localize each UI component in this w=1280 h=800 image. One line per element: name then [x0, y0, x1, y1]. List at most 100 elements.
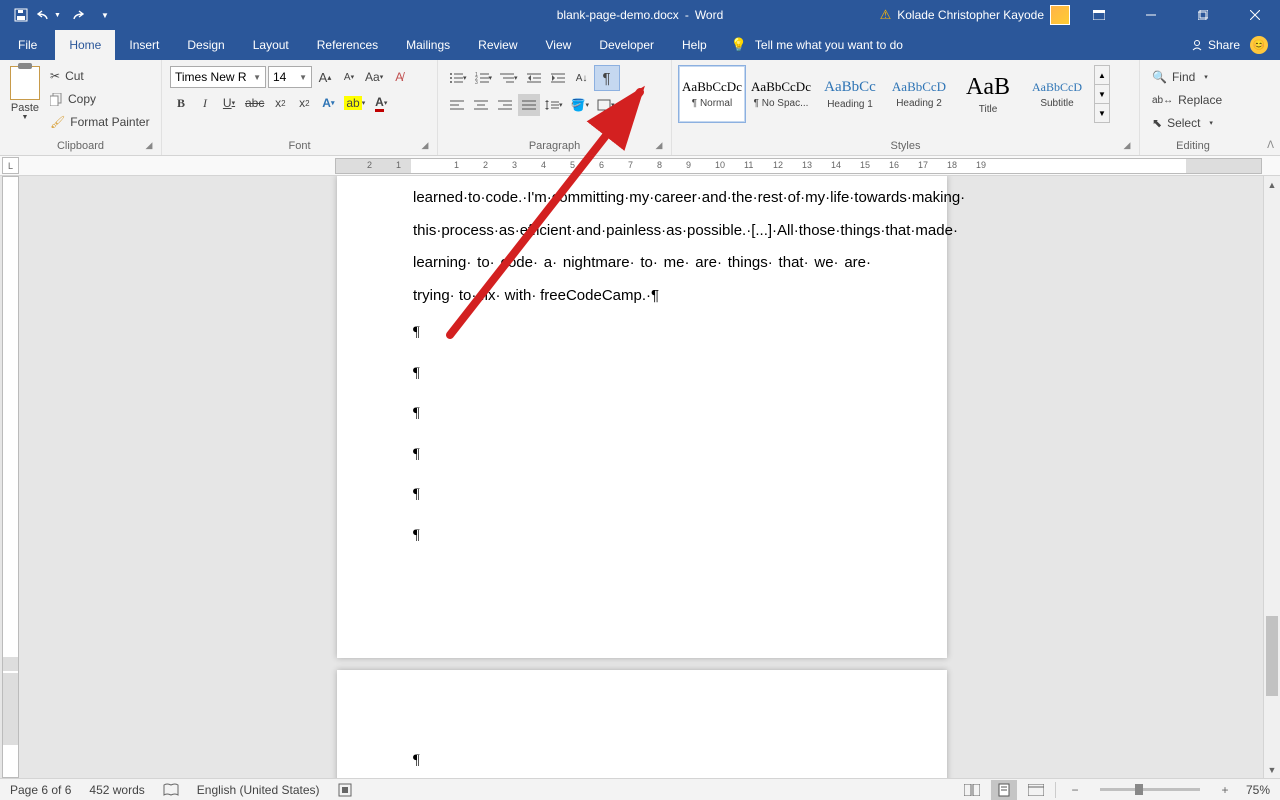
tab-selector[interactable]: L — [2, 157, 19, 174]
tab-mailings[interactable]: Mailings — [392, 30, 464, 60]
strikethrough-button[interactable]: abc — [242, 92, 267, 114]
paragraph-mark[interactable]: ¶ — [337, 515, 947, 556]
language-status[interactable]: English (United States) — [195, 779, 322, 800]
zoom-slider[interactable] — [1100, 788, 1200, 791]
font-size-combo[interactable]: 14▼ — [268, 66, 312, 88]
zoom-out-button[interactable]: − — [1062, 780, 1088, 800]
tab-insert[interactable]: Insert — [115, 30, 173, 60]
format-painter-button[interactable]: 🖌Format Painter — [46, 111, 154, 133]
horizontal-ruler[interactable]: 2112345678910111213141516171819 — [335, 158, 1262, 174]
align-right-button[interactable] — [494, 94, 516, 116]
document-page[interactable]: learned·to·code.·I'm·committing·my·caree… — [337, 176, 947, 658]
font-color-button[interactable]: A▾ — [370, 92, 392, 114]
warning-icon[interactable]: ⚠ — [880, 7, 892, 23]
feedback-button[interactable]: 😊 — [1250, 36, 1268, 54]
style-no-spacing[interactable]: AaBbCcDc¶ No Spac... — [747, 65, 815, 123]
ribbon-display-options[interactable] — [1076, 0, 1122, 30]
tab-review[interactable]: Review — [464, 30, 531, 60]
shrink-font-button[interactable]: A▾ — [338, 66, 360, 88]
show-hide-paragraph-button[interactable]: ¶ — [595, 66, 619, 90]
word-count-status[interactable]: 452 words — [87, 779, 146, 800]
maximize-button[interactable] — [1180, 0, 1226, 30]
style-subtitle[interactable]: AaBbCcDSubtitle — [1023, 65, 1091, 123]
increase-indent-button[interactable] — [547, 67, 569, 89]
gallery-down[interactable]: ▼ — [1095, 85, 1109, 104]
underline-button[interactable]: U▾ — [218, 92, 240, 114]
justify-button[interactable] — [518, 94, 540, 116]
qat-customize[interactable]: ▼ — [92, 2, 118, 28]
style-heading-1[interactable]: AaBbCcHeading 1 — [816, 65, 884, 123]
tab-references[interactable]: References — [303, 30, 392, 60]
body-text[interactable]: learned·to·code.·I'm·committing·my·caree… — [337, 176, 947, 312]
undo-button[interactable]: ▼ — [36, 2, 62, 28]
document-page-next[interactable]: ¶ — [337, 670, 947, 778]
scroll-thumb[interactable] — [1266, 616, 1278, 696]
share-button[interactable]: Share — [1190, 38, 1240, 52]
font-name-combo[interactable]: Times New R▼ — [170, 66, 266, 88]
scroll-down[interactable]: ▼ — [1264, 761, 1280, 778]
styles-dialog-launcher[interactable]: ◢ — [1121, 140, 1133, 152]
paragraph-mark[interactable]: ¶ — [337, 434, 947, 475]
clipboard-dialog-launcher[interactable]: ◢ — [143, 140, 155, 152]
gallery-up[interactable]: ▲ — [1095, 66, 1109, 85]
grow-font-button[interactable]: A▴ — [314, 66, 336, 88]
copy-button[interactable]: Copy — [46, 88, 154, 110]
paragraph-mark[interactable]: ¶ — [337, 312, 947, 353]
paragraph-mark[interactable]: ¶ — [337, 353, 947, 394]
clear-formatting-button[interactable]: A̸ — [388, 66, 410, 88]
change-case-button[interactable]: Aa▾ — [362, 66, 386, 88]
web-layout-button[interactable] — [1023, 780, 1049, 800]
zoom-thumb[interactable] — [1135, 784, 1143, 795]
decrease-indent-button[interactable] — [523, 67, 545, 89]
collapse-ribbon-button[interactable]: ᐱ — [1267, 140, 1274, 151]
spell-check-status[interactable] — [161, 779, 181, 800]
zoom-in-button[interactable]: + — [1212, 780, 1238, 800]
user-name[interactable]: Kolade Christopher Kayode — [897, 8, 1044, 22]
find-button[interactable]: 🔍Find▾ — [1148, 66, 1212, 88]
borders-button[interactable]: ▾ — [594, 94, 618, 116]
bullets-button[interactable]: ▾ — [446, 67, 470, 89]
bold-button[interactable]: B — [170, 92, 192, 114]
vertical-scrollbar[interactable]: ▲ ▼ — [1263, 176, 1280, 778]
save-button[interactable] — [8, 2, 34, 28]
tab-layout[interactable]: Layout — [239, 30, 303, 60]
tell-me-search[interactable]: 💡 Tell me what you want to do — [721, 30, 913, 60]
shading-button[interactable]: 🪣▾ — [568, 94, 592, 116]
minimize-button[interactable] — [1128, 0, 1174, 30]
gallery-more[interactable]: ▼ — [1095, 104, 1109, 122]
replace-button[interactable]: ab↔Replace — [1148, 89, 1226, 111]
align-center-button[interactable] — [470, 94, 492, 116]
paragraph-mark[interactable]: ¶ — [337, 670, 947, 778]
print-layout-button[interactable] — [991, 780, 1017, 800]
line-spacing-button[interactable]: ▾ — [542, 94, 566, 116]
vertical-ruler[interactable] — [2, 176, 19, 778]
highlight-button[interactable]: ab▾ — [341, 92, 368, 114]
align-left-button[interactable] — [446, 94, 468, 116]
paragraph-mark[interactable]: ¶ — [337, 474, 947, 515]
redo-button[interactable] — [64, 2, 90, 28]
subscript-button[interactable]: x2 — [269, 92, 291, 114]
tab-file[interactable]: File — [0, 30, 55, 60]
read-mode-button[interactable] — [959, 780, 985, 800]
close-button[interactable] — [1232, 0, 1278, 30]
user-avatar[interactable] — [1050, 5, 1070, 25]
tab-developer[interactable]: Developer — [585, 30, 668, 60]
tab-help[interactable]: Help — [668, 30, 721, 60]
cut-button[interactable]: ✂Cut — [46, 65, 154, 87]
text-effects-button[interactable]: A▾ — [317, 92, 339, 114]
tab-home[interactable]: Home — [55, 30, 115, 60]
style-heading-2[interactable]: AaBbCcDHeading 2 — [885, 65, 953, 123]
style-normal[interactable]: AaBbCcDc¶ Normal — [678, 65, 746, 123]
tab-design[interactable]: Design — [173, 30, 238, 60]
style-title[interactable]: AaBTitle — [954, 65, 1022, 123]
font-dialog-launcher[interactable]: ◢ — [419, 140, 431, 152]
paragraph-mark[interactable]: ¶ — [337, 393, 947, 434]
zoom-level[interactable]: 75% — [1244, 783, 1272, 797]
page-number-status[interactable]: Page 6 of 6 — [8, 779, 73, 800]
select-button[interactable]: ⬉Select▾ — [1148, 112, 1217, 134]
sort-button[interactable]: A↓ — [571, 67, 593, 89]
scroll-up[interactable]: ▲ — [1264, 176, 1280, 193]
macro-status[interactable] — [336, 779, 354, 800]
superscript-button[interactable]: x2 — [293, 92, 315, 114]
numbering-button[interactable]: 123▾ — [472, 67, 496, 89]
